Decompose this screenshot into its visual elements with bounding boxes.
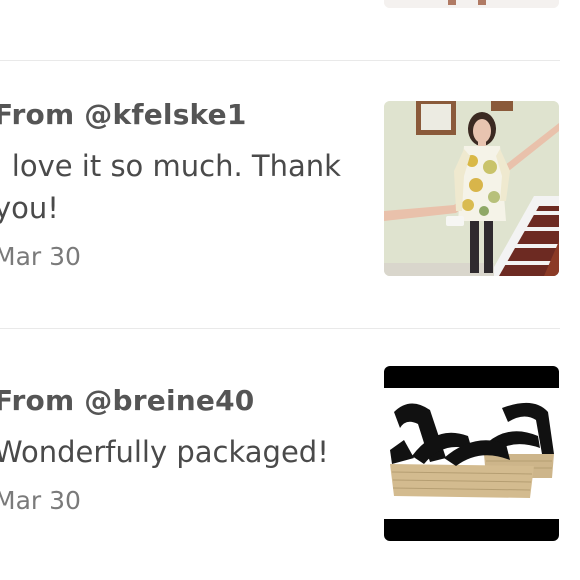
review-text-line: Wonderfully packaged! [0,435,329,469]
sandals-photo-icon [384,366,559,541]
review-text-line: you! [0,191,59,225]
divider [0,60,560,61]
review-date: Mar 30 [0,242,81,271]
review-thumbnail[interactable] [384,101,559,276]
review-date: Mar 30 [0,486,81,515]
review-author[interactable]: From @breine40 [0,384,254,417]
previous-review-thumbnail[interactable] [384,0,559,8]
legs-photo-icon [384,0,559,8]
review-author[interactable]: From @kfelske1 [0,98,247,131]
review-thumbnail[interactable] [384,366,559,541]
review-feed: From @kfelske1 I love it so much. Thank … [0,0,580,580]
review-text-line: I love it so much. Thank [0,149,341,183]
dress-photo-icon [384,101,559,276]
divider [0,328,560,329]
